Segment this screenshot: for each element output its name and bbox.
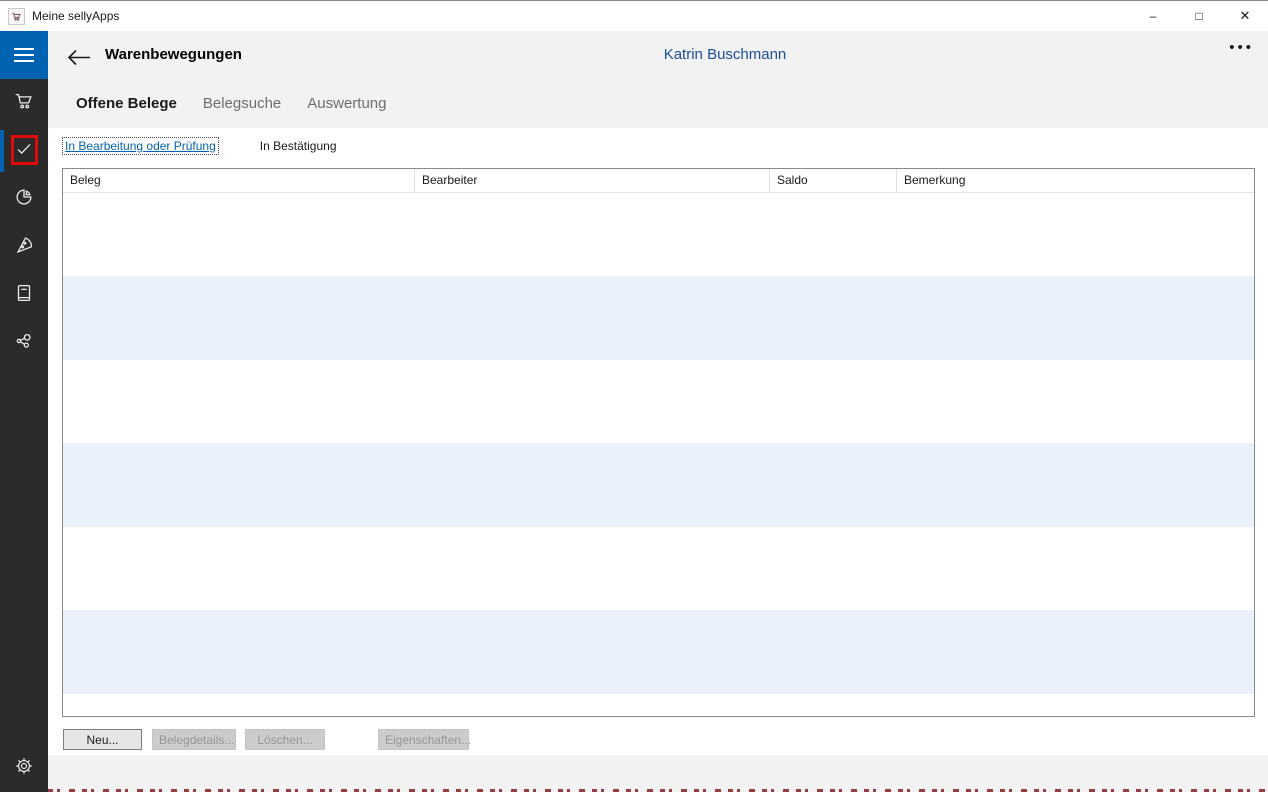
pivot-tabs: Offene Belege Belegsuche Auswertung bbox=[76, 95, 387, 112]
gear-icon bbox=[14, 756, 34, 781]
filter-link-in-bestaetigung[interactable]: In Bestätigung bbox=[260, 139, 337, 153]
sidebar-item-tasks[interactable] bbox=[0, 127, 48, 175]
title-bar: Meine sellyApps – □ ✕ bbox=[0, 0, 1268, 31]
sidebar-nav bbox=[0, 31, 48, 792]
sidebar-item-reports[interactable] bbox=[0, 175, 48, 223]
table-body-empty bbox=[63, 193, 1254, 716]
ledger-icon bbox=[13, 282, 35, 309]
table-header-row: Beleg Bearbeiter Saldo Bemerkung bbox=[63, 169, 1254, 193]
tab-auswertung[interactable]: Auswertung bbox=[307, 95, 386, 112]
user-name-link[interactable]: Katrin Buschmann bbox=[664, 46, 787, 63]
loeschen-button[interactable]: Löschen... bbox=[245, 729, 325, 750]
belegdetails-button[interactable]: Belegdetails... bbox=[152, 729, 236, 750]
close-button[interactable]: ✕ bbox=[1222, 1, 1268, 31]
documents-table: Beleg Bearbeiter Saldo Bemerkung bbox=[62, 168, 1255, 717]
filter-row: In Bearbeitung oder Prüfung In Bestätigu… bbox=[62, 137, 337, 155]
window-title: Meine sellyApps bbox=[32, 9, 119, 23]
tab-belegsuche[interactable]: Belegsuche bbox=[203, 95, 281, 112]
maximize-button[interactable]: □ bbox=[1176, 1, 1222, 31]
column-header-bemerkung[interactable]: Bemerkung bbox=[897, 169, 1254, 192]
eigenschaften-button[interactable]: Eigenschaften... bbox=[378, 729, 469, 750]
column-header-beleg[interactable]: Beleg bbox=[63, 169, 415, 192]
pie-chart-icon bbox=[13, 186, 35, 213]
sidebar-item-cart[interactable] bbox=[0, 79, 48, 127]
column-header-saldo[interactable]: Saldo bbox=[770, 169, 897, 192]
sidebar-item-ledger[interactable] bbox=[0, 271, 48, 319]
column-header-bearbeiter[interactable]: Bearbeiter bbox=[415, 169, 770, 192]
app-logo-cart-icon bbox=[8, 8, 25, 25]
filter-link-in-bearbeitung[interactable]: In Bearbeitung oder Prüfung bbox=[62, 137, 219, 155]
window-controls: – □ ✕ bbox=[1130, 1, 1268, 31]
highlight-box bbox=[11, 135, 38, 165]
hamburger-menu-button[interactable] bbox=[0, 31, 48, 79]
back-button[interactable] bbox=[64, 44, 94, 70]
more-options-icon[interactable]: ••• bbox=[1229, 39, 1254, 56]
app-header: Warenbewegungen Katrin Buschmann ••• Off… bbox=[48, 31, 1268, 128]
pizza-slice-icon bbox=[13, 234, 35, 261]
action-button-row: Neu... Belegdetails... Löschen... Eigens… bbox=[48, 729, 1268, 750]
content-panel: In Bearbeitung oder Prüfung In Bestätigu… bbox=[48, 128, 1268, 792]
share-icon bbox=[13, 330, 35, 357]
sidebar-item-share[interactable] bbox=[0, 319, 48, 367]
tab-offene-belege[interactable]: Offene Belege bbox=[76, 95, 177, 112]
sidebar-item-promotions[interactable] bbox=[0, 223, 48, 271]
minimize-button[interactable]: – bbox=[1130, 1, 1176, 31]
neu-button[interactable]: Neu... bbox=[63, 729, 142, 750]
page-title: Warenbewegungen bbox=[105, 46, 242, 63]
cart-icon bbox=[13, 90, 35, 117]
sidebar-item-settings[interactable] bbox=[0, 744, 48, 792]
footer-strip bbox=[48, 755, 1268, 792]
main-area: Warenbewegungen Katrin Buschmann ••• Off… bbox=[48, 31, 1268, 792]
